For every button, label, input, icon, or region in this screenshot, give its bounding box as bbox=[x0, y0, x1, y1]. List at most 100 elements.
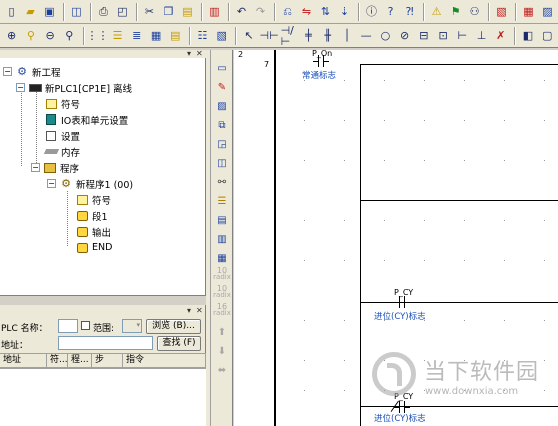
symbol-icon[interactable]: ☰ bbox=[214, 193, 230, 209]
help-icon[interactable]: ? bbox=[382, 2, 399, 21]
find-button[interactable]: 查找 (F) bbox=[157, 336, 201, 351]
redo-icon[interactable]: ↷ bbox=[252, 2, 269, 21]
falling-edge-icon[interactable]: ⊥ bbox=[473, 26, 490, 45]
folder-icon[interactable]: ▧ bbox=[493, 2, 510, 21]
save-icon[interactable]: ▣ bbox=[41, 2, 58, 21]
column-header[interactable]: 指令 bbox=[123, 353, 206, 368]
paste-icon[interactable]: ▤ bbox=[179, 2, 196, 21]
watch-icon[interactable]: ▤ bbox=[214, 212, 230, 228]
close-icon[interactable]: ✕ bbox=[196, 307, 203, 315]
symbol-icon[interactable]: ☰ bbox=[109, 26, 126, 45]
step-icon[interactable]: ⬆ bbox=[214, 324, 230, 340]
memory-view-icon[interactable]: ▥ bbox=[214, 231, 230, 247]
whats-this-icon[interactable]: ⁈ bbox=[401, 2, 418, 21]
tree-plc[interactable]: − 新PLC1[CP1E] 离线 bbox=[16, 80, 132, 95]
monitor-icon[interactable]: ⚑ bbox=[447, 2, 464, 21]
search-binoculars-icon[interactable]: ⚇ bbox=[466, 2, 483, 21]
or-contact-nc-icon[interactable]: ╫ bbox=[319, 26, 336, 45]
signed-decimal-radix-icon[interactable]: 10 radix bbox=[213, 284, 231, 300]
view-icon[interactable]: ▤ bbox=[167, 26, 184, 45]
column-header[interactable]: 程... bbox=[68, 353, 92, 368]
tree-section-output[interactable]: 输出 bbox=[75, 224, 111, 239]
hex-radix-icon[interactable]: 16 radix bbox=[213, 302, 231, 318]
tree-item-symbols[interactable]: 符号 bbox=[44, 96, 80, 111]
vertical-line-icon[interactable]: │ bbox=[338, 26, 355, 45]
tree-section-end[interactable]: END bbox=[75, 240, 112, 255]
online-icon[interactable]: ⎌ bbox=[279, 2, 296, 21]
column-header[interactable]: 地址 bbox=[0, 353, 47, 368]
ladder-editor[interactable]: 2 7 P_On 常通标志 P_CY 进位(CY)标志 P_CY 进位(CY)标… bbox=[234, 49, 558, 426]
column-header[interactable]: 步 bbox=[92, 353, 123, 368]
decimal-radix-icon[interactable]: 10 radix bbox=[213, 266, 231, 282]
step-back-icon[interactable]: ⬇ bbox=[214, 343, 230, 359]
tree-root-project[interactable]: − ⚙ 新工程 bbox=[3, 64, 61, 79]
close-icon[interactable]: ✕ bbox=[196, 50, 203, 58]
address-input[interactable] bbox=[58, 336, 153, 350]
horizontal-line-icon[interactable]: — bbox=[358, 26, 375, 45]
forward-icon[interactable]: ⬌ bbox=[214, 362, 230, 378]
coil-nc-icon[interactable]: ⊘ bbox=[396, 26, 413, 45]
tree-item-memory[interactable]: 内存 bbox=[43, 144, 80, 159]
or-contact-no-icon[interactable]: ╪ bbox=[300, 26, 317, 45]
range-select[interactable]: ▾ bbox=[122, 319, 142, 333]
contact-no-icon[interactable]: ⊣⊢ bbox=[260, 26, 279, 45]
cascade-icon[interactable]: ⧉ bbox=[214, 117, 230, 133]
table-icon[interactable]: ▦ bbox=[147, 26, 164, 45]
address-table-body[interactable] bbox=[0, 368, 206, 426]
properties-icon[interactable]: ◫ bbox=[214, 155, 230, 171]
browse-button[interactable]: 浏览 (B)... bbox=[146, 319, 201, 334]
plc-name-input[interactable] bbox=[58, 319, 78, 333]
grid-icon[interactable]: ⋮⋮ bbox=[86, 26, 108, 45]
zoom-fit-icon[interactable]: ⚲ bbox=[61, 26, 78, 45]
image-icon[interactable]: ▨ bbox=[214, 98, 230, 114]
find-icon[interactable]: ⚯ bbox=[214, 174, 230, 190]
collapse-toggle-icon[interactable]: − bbox=[16, 83, 25, 92]
zoom-in-icon[interactable]: ⊕ bbox=[3, 26, 20, 45]
cut-icon[interactable]: ✂ bbox=[141, 2, 158, 21]
instruction-icon[interactable]: ⊟ bbox=[415, 26, 432, 45]
compile-icon[interactable]: ▦ bbox=[520, 2, 537, 21]
warning-icon[interactable]: ⚠ bbox=[428, 2, 445, 21]
zoom-out-icon[interactable]: ⊖ bbox=[41, 26, 58, 45]
collapse-toggle-icon[interactable]: − bbox=[47, 179, 56, 188]
print-preview-icon[interactable]: ◰ bbox=[114, 2, 131, 21]
undo-icon[interactable]: ↶ bbox=[233, 2, 250, 21]
tree-section-1[interactable]: 段1 bbox=[75, 208, 108, 223]
window-icon[interactable]: ▭ bbox=[214, 60, 230, 76]
collapse-toggle-icon[interactable]: − bbox=[31, 163, 40, 172]
rung-comment-icon[interactable]: ≣ bbox=[128, 26, 145, 45]
transfer-icon[interactable]: ⇅ bbox=[317, 2, 334, 21]
edit-icon[interactable]: ✎ bbox=[214, 79, 230, 95]
save-as-icon[interactable]: ▥ bbox=[206, 2, 223, 21]
output-icon[interactable]: ⊡ bbox=[434, 26, 451, 45]
delete-line-icon[interactable]: ✗ bbox=[492, 26, 509, 45]
tree-item-settings[interactable]: 设置 bbox=[44, 128, 80, 143]
io-view-icon[interactable]: ▦ bbox=[214, 250, 230, 266]
compare-icon[interactable]: ⇋ bbox=[298, 2, 315, 21]
instruction-list-icon[interactable]: ◧ bbox=[519, 26, 536, 45]
tile-icon[interactable]: ◲ bbox=[214, 136, 230, 152]
print-icon[interactable]: ⎙ bbox=[95, 2, 112, 21]
column-header[interactable]: 符... bbox=[47, 353, 68, 368]
download-icon[interactable]: ⇣ bbox=[336, 2, 353, 21]
pin-icon[interactable]: ▾ bbox=[187, 307, 191, 315]
range-checkbox[interactable] bbox=[81, 321, 90, 330]
copy-icon[interactable]: ❐ bbox=[160, 2, 177, 21]
contact-nc-icon[interactable]: ⊣/⊢ bbox=[281, 25, 298, 47]
rising-edge-icon[interactable]: ⊢ bbox=[454, 26, 471, 45]
function-block-icon[interactable]: ▢ bbox=[539, 26, 556, 45]
select-pointer-icon[interactable]: ↖ bbox=[240, 26, 257, 45]
table-icon[interactable]: ▧ bbox=[213, 26, 230, 45]
contact-no-p-cy[interactable] bbox=[394, 296, 410, 308]
check-icon[interactable]: ▨ bbox=[539, 2, 556, 21]
new-file-icon[interactable]: ▯ bbox=[3, 2, 20, 21]
open-folder-icon[interactable]: ▰ bbox=[22, 2, 39, 21]
contact-no-p-on[interactable] bbox=[313, 55, 329, 67]
tree-item-io-table[interactable]: IO表和单元设置 bbox=[44, 112, 128, 127]
tree-program-1[interactable]: − ⚙ 新程序1 (00) bbox=[47, 176, 133, 191]
ladder-view-icon[interactable]: ☷ bbox=[194, 26, 211, 45]
tree-item-programs[interactable]: − 程序 bbox=[31, 160, 79, 175]
info-icon[interactable]: ⓘ bbox=[363, 2, 380, 21]
zoom-search-icon[interactable]: ⚲ bbox=[22, 26, 39, 45]
open-project-icon[interactable]: ◫ bbox=[68, 2, 85, 21]
